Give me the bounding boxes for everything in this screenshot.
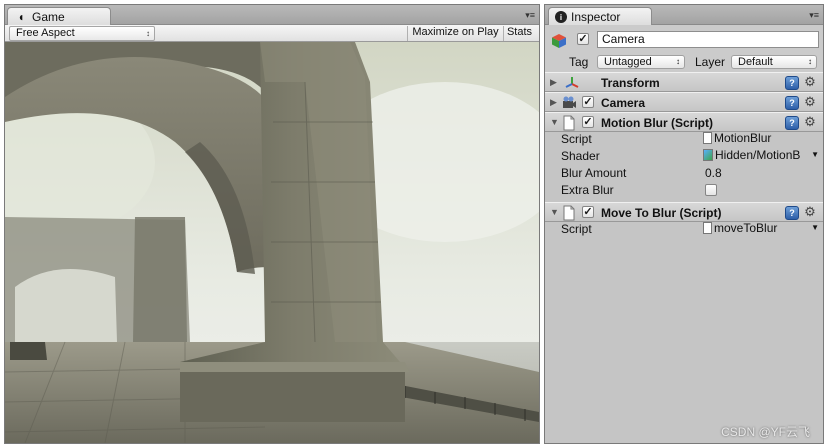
object-picker-arrow-icon[interactable]: ▼ bbox=[811, 223, 819, 232]
gear-icon[interactable]: ⚙ bbox=[803, 115, 817, 129]
help-book-icon[interactable]: ? bbox=[785, 206, 799, 220]
foldout-expanded-icon[interactable]: ▼ bbox=[550, 117, 560, 127]
select-arrows-icon: ↕ bbox=[676, 57, 680, 66]
blur-amount-field[interactable]: 0.8 bbox=[705, 166, 722, 180]
select-arrows-icon: ↕ bbox=[146, 29, 150, 38]
component-motion-blur-header[interactable]: ▼ ✓ Motion Blur (Script) ? ⚙ bbox=[545, 112, 823, 132]
object-picker-arrow-icon[interactable]: ▼ bbox=[811, 150, 819, 159]
watermark: CSDN @YF云飞 bbox=[721, 425, 810, 439]
component-title: Move To Blur (Script) bbox=[601, 206, 722, 220]
script-object-value: MotionBlur bbox=[714, 131, 772, 145]
script-file-icon bbox=[703, 132, 712, 144]
tag-select[interactable]: Untagged ↕ bbox=[597, 55, 685, 69]
gear-icon[interactable]: ⚙ bbox=[803, 205, 817, 219]
game-tabstrip: ◖ Game ▾≡ bbox=[5, 5, 539, 26]
component-title: Motion Blur (Script) bbox=[601, 116, 713, 130]
property-label: Script bbox=[561, 132, 592, 146]
property-row-script: Script moveToBlur ▼ bbox=[545, 221, 823, 238]
property-label: Blur Amount bbox=[561, 166, 627, 180]
foldout-collapsed-icon[interactable]: ▶ bbox=[550, 77, 560, 87]
layer-select-value: Default bbox=[738, 56, 773, 68]
script-document-icon bbox=[563, 115, 575, 131]
help-book-icon[interactable]: ? bbox=[785, 96, 799, 110]
select-arrows-icon: ↕ bbox=[808, 57, 812, 66]
component-move-to-blur-header[interactable]: ▼ ✓ Move To Blur (Script) ? ⚙ bbox=[545, 202, 823, 222]
layer-select[interactable]: Default ↕ bbox=[731, 55, 817, 69]
help-book-icon[interactable]: ? bbox=[785, 76, 799, 90]
tag-label: Tag bbox=[569, 55, 589, 69]
panel-menu-icon[interactable]: ▾≡ bbox=[805, 10, 819, 20]
camera-enabled-checkbox[interactable]: ✓ bbox=[582, 96, 594, 108]
gear-icon[interactable]: ⚙ bbox=[803, 75, 817, 89]
component-title: Camera bbox=[601, 96, 646, 110]
shader-icon bbox=[703, 149, 713, 161]
script-document-icon bbox=[563, 205, 575, 221]
foldout-expanded-icon[interactable]: ▼ bbox=[550, 207, 560, 217]
gameobject-active-checkbox[interactable]: ✓ bbox=[577, 33, 589, 45]
tab-game-label: Game bbox=[32, 10, 65, 24]
pacman-icon: ◖ bbox=[17, 10, 25, 24]
game-viewport[interactable] bbox=[5, 42, 539, 443]
help-book-icon[interactable]: ? bbox=[785, 116, 799, 130]
property-label: Extra Blur bbox=[561, 183, 614, 197]
inspector-panel: i Inspector ▾≡ ✓ Camera Tag Untagged ↕ L… bbox=[544, 4, 824, 444]
shader-object-field[interactable]: Hidden/MotionB bbox=[703, 148, 819, 164]
script-object-field[interactable]: MotionBlur bbox=[703, 131, 819, 147]
stats-button[interactable]: Stats bbox=[503, 26, 535, 41]
inspector-tabstrip: i Inspector ▾≡ bbox=[545, 5, 823, 26]
gameobject-header: ✓ Camera Tag Untagged ↕ Layer Default ↕ bbox=[545, 25, 823, 75]
tab-game[interactable]: ◖ Game bbox=[7, 7, 111, 26]
motion-blur-enabled-checkbox[interactable]: ✓ bbox=[582, 116, 594, 128]
aspect-select[interactable]: Free Aspect ↕ bbox=[9, 26, 155, 41]
move-to-blur-enabled-checkbox[interactable]: ✓ bbox=[582, 206, 594, 218]
property-label: Shader bbox=[561, 149, 600, 163]
game-toolbar: Free Aspect ↕ Maximize on Play Stats bbox=[5, 25, 539, 42]
transform-axes-icon bbox=[565, 77, 579, 88]
gameobject-name-field[interactable]: Camera bbox=[597, 31, 819, 48]
aspect-select-value: Free Aspect bbox=[16, 27, 75, 39]
maximize-on-play-button[interactable]: Maximize on Play bbox=[407, 26, 503, 41]
game-panel: ◖ Game ▾≡ Free Aspect ↕ Maximize on Play… bbox=[4, 4, 540, 444]
property-row-shader: Shader Hidden/MotionB ▼ bbox=[545, 148, 823, 165]
property-row-extra-blur: Extra Blur bbox=[545, 182, 823, 199]
extra-blur-checkbox[interactable] bbox=[705, 184, 717, 196]
component-camera-header[interactable]: ▶ ✓ Camera ? ⚙ bbox=[545, 92, 823, 112]
tab-inspector-label: Inspector bbox=[571, 10, 621, 24]
shader-object-value: Hidden/MotionB bbox=[715, 148, 801, 162]
gear-icon[interactable]: ⚙ bbox=[803, 95, 817, 109]
camera-icon bbox=[563, 96, 576, 108]
gameobject-cube-icon bbox=[552, 34, 566, 48]
property-row-script: Script MotionBlur bbox=[545, 131, 823, 148]
game-scene bbox=[5, 42, 539, 443]
layer-label: Layer bbox=[695, 55, 726, 69]
info-icon: i bbox=[555, 11, 567, 23]
script-object-field[interactable]: moveToBlur bbox=[703, 221, 819, 237]
component-title: Transform bbox=[601, 76, 660, 90]
panel-menu-icon[interactable]: ▾≡ bbox=[521, 10, 535, 20]
foldout-collapsed-icon[interactable]: ▶ bbox=[550, 97, 560, 107]
script-object-value: moveToBlur bbox=[714, 221, 778, 235]
tag-select-value: Untagged bbox=[604, 56, 652, 68]
unity-editor: ◖ Game ▾≡ Free Aspect ↕ Maximize on Play… bbox=[0, 0, 828, 448]
component-transform-header[interactable]: ▶ Transform ? ⚙ bbox=[545, 72, 823, 92]
script-file-icon bbox=[703, 222, 712, 234]
tab-inspector[interactable]: i Inspector bbox=[548, 7, 652, 26]
property-label: Script bbox=[561, 222, 592, 236]
property-row-blur-amount: Blur Amount 0.8 bbox=[545, 165, 823, 182]
